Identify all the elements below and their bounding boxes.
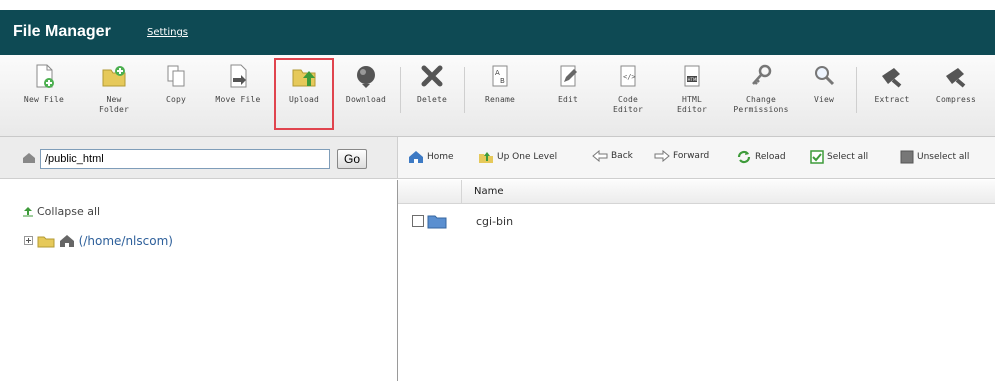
download-button[interactable]: Download: [338, 62, 394, 105]
app-title: File Manager: [13, 23, 111, 40]
tree-root-home[interactable]: (/home/nlscom): [24, 233, 173, 248]
edit-button[interactable]: Edit: [540, 62, 596, 105]
new-folder-icon: [102, 66, 126, 87]
rename-icon: AB: [492, 65, 508, 87]
file-name: cgi-bin: [476, 215, 514, 228]
html-editor-icon: HTML: [684, 65, 700, 87]
folder-icon: [427, 215, 447, 229]
back-button[interactable]: Back: [592, 149, 633, 163]
navigation-bar: Home Up One Level Back Forward Reload Se…: [397, 137, 995, 179]
unchecked-box-icon: [900, 150, 914, 164]
home-icon: [23, 153, 35, 163]
extract-icon: [882, 68, 902, 88]
path-input[interactable]: [40, 149, 330, 169]
copy-icon: [167, 65, 185, 87]
svg-text:A: A: [495, 69, 500, 77]
top-strip: [0, 0, 995, 10]
reload-icon: [737, 150, 751, 164]
folder-icon: [37, 236, 55, 247]
edit-icon: [560, 65, 577, 87]
delete-icon: [421, 65, 443, 87]
code-editor-button[interactable]: </> Code Editor: [600, 62, 656, 115]
table-row[interactable]: cgi-bin: [398, 211, 995, 233]
name-column-header[interactable]: Name: [461, 180, 504, 204]
folder-tree: Collapse all (/home/nlscom): [0, 180, 397, 381]
collapse-arrow-icon: [23, 207, 33, 217]
new-file-button[interactable]: New File: [16, 62, 72, 105]
svg-text:B: B: [500, 77, 505, 85]
compress-button[interactable]: Compress: [928, 62, 984, 105]
file-list-header: Name: [398, 180, 995, 204]
home-icon: [409, 151, 423, 163]
select-all-button[interactable]: Select all: [810, 150, 868, 164]
compress-icon: [946, 68, 966, 88]
move-file-icon: [230, 64, 247, 88]
expand-plus-icon: [24, 236, 33, 245]
unselect-all-button[interactable]: Unselect all: [900, 150, 969, 164]
up-one-level-button[interactable]: Up One Level: [478, 150, 557, 164]
new-file-icon: [36, 64, 54, 88]
back-arrow-icon: [592, 149, 608, 163]
path-bar: Go: [0, 137, 397, 179]
magnifier-icon: [815, 66, 835, 86]
go-button[interactable]: Go: [337, 149, 367, 169]
svg-text:HTML: HTML: [688, 77, 700, 82]
copy-button[interactable]: Copy: [148, 62, 204, 105]
html-editor-button[interactable]: HTML HTML Editor: [664, 62, 720, 115]
toolbar-separator: [464, 67, 465, 113]
forward-button[interactable]: Forward: [654, 149, 709, 163]
extract-button[interactable]: Extract: [864, 62, 920, 105]
home-icon: [59, 234, 74, 247]
delete-button[interactable]: Delete: [404, 62, 460, 105]
up-folder-icon: [479, 152, 493, 163]
svg-text:</>: </>: [623, 73, 636, 81]
home-nav-button[interactable]: Home: [408, 150, 454, 164]
code-editor-icon: </>: [620, 65, 636, 87]
rename-button[interactable]: AB Rename: [472, 62, 528, 105]
settings-link[interactable]: Settings: [147, 27, 188, 38]
collapse-all-button[interactable]: Collapse all: [22, 205, 100, 218]
row-checkbox[interactable]: [412, 215, 424, 227]
upload-icon: [292, 69, 316, 87]
upload-button[interactable]: Upload: [274, 58, 334, 130]
checked-checkbox-icon: [810, 150, 824, 164]
forward-arrow-icon: [654, 149, 670, 163]
toolbar-separator: [856, 67, 857, 113]
move-file-button[interactable]: Move File: [210, 62, 266, 105]
file-list: Name cgi-bin: [397, 180, 995, 381]
view-button[interactable]: View: [796, 62, 852, 105]
toolbar: New File New Folder Copy Move File Uploa…: [0, 55, 995, 137]
reload-button[interactable]: Reload: [736, 150, 786, 164]
change-permissions-button[interactable]: Change Permissions: [728, 62, 794, 115]
toolbar-separator: [400, 67, 401, 113]
key-icon: [752, 64, 772, 85]
new-folder-button[interactable]: New Folder: [86, 62, 142, 115]
download-icon: [357, 66, 375, 88]
app-header: File Manager Settings: [0, 10, 995, 55]
